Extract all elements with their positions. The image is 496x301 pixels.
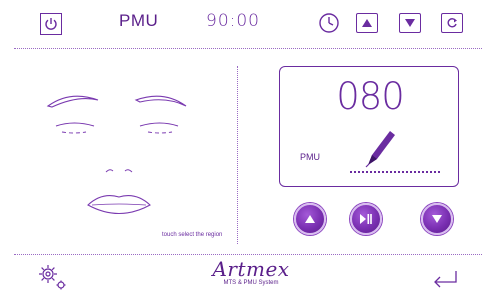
refresh-icon — [447, 18, 457, 28]
power-icon — [45, 18, 57, 30]
speed-value: 080 — [336, 75, 405, 118]
mode-label: PMU — [119, 11, 159, 30]
left-eyebrow-region[interactable] — [46, 95, 99, 108]
play-pause-button[interactable] — [350, 203, 382, 235]
speed-up-button[interactable] — [294, 203, 326, 235]
right-eyebrow-region[interactable] — [134, 95, 187, 107]
face-hint-text: touch select the region — [162, 232, 223, 238]
nose-icon — [105, 169, 133, 173]
right-eye-region[interactable] — [139, 122, 179, 134]
arrow-down-icon — [432, 215, 442, 223]
power-button[interactable] — [40, 13, 62, 35]
pen-icon — [365, 131, 395, 168]
center-divider — [237, 66, 238, 244]
arrow-up-icon — [305, 215, 315, 223]
brand-name: Artmex — [212, 257, 290, 281]
progress-dots — [350, 171, 440, 173]
arrow-up-icon — [362, 19, 372, 27]
lips-region[interactable] — [87, 195, 151, 214]
brand-subtitle: MTS & PMU System — [223, 280, 279, 286]
arrow-down-icon — [405, 19, 415, 27]
device-screen: PMU 90:00 touch select the region 080 PM… — [0, 0, 496, 301]
left-eye-region[interactable] — [55, 122, 95, 134]
bottom-divider — [14, 254, 482, 255]
timer-up-button[interactable] — [356, 13, 378, 33]
speed-down-button[interactable] — [421, 203, 453, 235]
speed-display-panel: 080 PMU — [279, 66, 459, 187]
brand-logo: Artmex MTS & PMU System — [206, 258, 296, 287]
clock-icon[interactable] — [318, 12, 340, 34]
panel-mode-label: PMU — [300, 152, 320, 162]
gear-icon[interactable] — [36, 262, 70, 292]
timer-display: 90:00 — [206, 11, 260, 31]
timer-reset-button[interactable] — [441, 13, 463, 33]
return-icon[interactable] — [430, 268, 460, 290]
play-pause-icon — [360, 214, 372, 224]
timer-down-button[interactable] — [399, 13, 421, 33]
face-region-selector[interactable] — [40, 80, 220, 240]
top-divider — [14, 48, 482, 49]
top-bar: PMU 90:00 — [0, 0, 496, 44]
